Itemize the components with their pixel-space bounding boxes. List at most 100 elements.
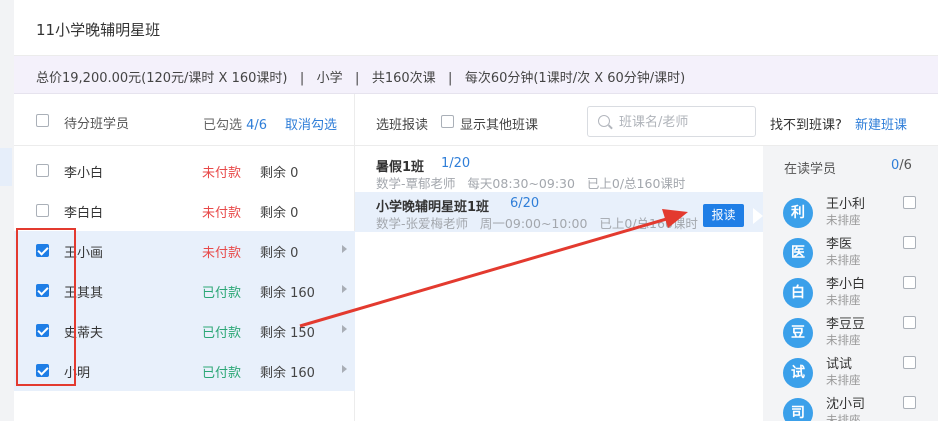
course-info: 总价19,200.00元(120元/课时 X 160课时) | 小学 | 共16… [36, 71, 686, 86]
seat-status: 未排座 [826, 253, 861, 267]
background-selected-row [0, 148, 12, 186]
remaining-hours: 剩余 0 [260, 206, 299, 221]
enrolled-students-label: 在读学员 [784, 162, 837, 177]
class-meta: 数学-张爱梅老师 周一09:00~10:00 已上0/总160课时 [376, 216, 698, 231]
enrolled-checkbox[interactable] [903, 356, 916, 369]
class-search-box[interactable] [587, 106, 756, 137]
cancel-selection-link[interactable]: 取消勾选 [285, 114, 337, 133]
remaining-hours: 剩余 160 [260, 366, 315, 381]
enrolled-name: 李医 [826, 237, 853, 252]
search-icon [598, 115, 610, 127]
student-checkbox[interactable] [36, 324, 49, 337]
enrolled-item: 司 沈小司 未排座 [763, 388, 938, 421]
remaining-hours: 剩余 0 [260, 246, 299, 261]
course-info-bar: 总价19,200.00元(120元/课时 X 160课时) | 小学 | 共16… [14, 56, 938, 94]
new-class-link[interactable]: 新建班课 [855, 114, 907, 133]
class-select-label: 选班报读 [376, 118, 429, 133]
not-found-label: 找不到班课? [770, 118, 842, 133]
picked-prefix: 已勾选 [203, 118, 247, 133]
enrolled-checkbox[interactable] [903, 196, 916, 209]
pending-students-header: 待分班学员 已勾选 4/6 取消勾选 [14, 94, 355, 146]
enrolled-count: 0/6 [891, 158, 912, 173]
enrolled-item: 试 试试 未排座 [763, 348, 938, 388]
student-row[interactable]: 王其其 已付款 剩余 160 [14, 271, 355, 311]
class-meta: 数学-覃郁老师 每天08:30~09:30 已上0/总160课时 [376, 176, 686, 191]
class-row-selected[interactable]: 小学晚辅明星班1班 6/20 数学-张爱梅老师 周一09:00~10:00 已上… [355, 192, 763, 232]
enrolled-total: /6 [899, 158, 912, 173]
student-name: 王小画 [64, 246, 104, 261]
background-list-strip [0, 0, 14, 421]
student-checkbox[interactable] [36, 364, 49, 377]
enrolled-name: 王小利 [826, 197, 866, 212]
avatar: 利 [783, 198, 813, 228]
class-capacity: 1/20 [441, 156, 471, 171]
avatar: 医 [783, 238, 813, 268]
student-row[interactable]: 王小画 未付款 剩余 0 [14, 231, 355, 271]
student-row[interactable]: 李小白 未付款 剩余 0 [14, 151, 355, 191]
remaining-hours: 剩余 160 [260, 286, 315, 301]
enrolled-students-panel: 在读学员 0/6 利 王小利 未排座 医 李医 未排座 白 李小白 未排座 豆 … [763, 146, 938, 421]
payment-status: 已付款 [202, 366, 242, 381]
caret-right-icon [342, 285, 347, 293]
student-name: 李白白 [64, 206, 104, 221]
enrolled-name: 李豆豆 [826, 317, 866, 332]
enrolled-checkbox[interactable] [903, 316, 916, 329]
student-name: 王其其 [64, 286, 104, 301]
student-row[interactable]: 李白白 未付款 剩余 0 [14, 191, 355, 231]
enrolled-checkbox[interactable] [903, 236, 916, 249]
payment-status: 已付款 [202, 286, 242, 301]
payment-status: 未付款 [202, 206, 242, 221]
enrolled-list: 利 王小利 未排座 医 李医 未排座 白 李小白 未排座 豆 李豆豆 未排座 试… [763, 188, 938, 421]
assign-class-dialog: 11小学晚辅明星班 总价19,200.00元(120元/课时 X 160课时) … [14, 0, 938, 421]
seat-status: 未排座 [826, 373, 861, 387]
enrolled-name: 试试 [826, 357, 853, 372]
enrolled-checkbox[interactable] [903, 396, 916, 409]
enroll-button[interactable]: 报读 [703, 204, 744, 227]
enrolled-item: 医 李医 未排座 [763, 228, 938, 268]
avatar: 试 [783, 358, 813, 388]
remaining-hours: 剩余 150 [260, 326, 315, 341]
class-select-header: 选班报读 显示其他班课 找不到班课? 新建班课 [355, 94, 938, 146]
enrolled-item: 豆 李豆豆 未排座 [763, 308, 938, 348]
class-select-panel: 选班报读 显示其他班课 找不到班课? 新建班课 暑假1班 1/20 数学-覃郁老… [355, 94, 938, 421]
student-checkbox[interactable] [36, 284, 49, 297]
picked-count: 已勾选 4/6 [203, 114, 267, 133]
enrolled-item: 利 王小利 未排座 [763, 188, 938, 228]
student-checkbox[interactable] [36, 204, 49, 217]
student-checkbox[interactable] [36, 164, 49, 177]
seat-status: 未排座 [826, 213, 861, 227]
show-other-classes-checkbox[interactable] [441, 115, 454, 128]
seat-status: 未排座 [826, 333, 861, 347]
enrolled-name: 李小白 [826, 277, 866, 292]
enrolled-name: 沈小司 [826, 397, 866, 412]
avatar: 豆 [783, 318, 813, 348]
pending-students-panel: 待分班学员 已勾选 4/6 取消勾选 李小白 未付款 剩余 0 李白白 未付款 … [14, 94, 355, 421]
dialog-title-bar: 11小学晚辅明星班 [14, 0, 938, 56]
student-name: 小明 [64, 366, 91, 381]
class-capacity: 6/20 [510, 196, 540, 211]
selected-pointer [753, 208, 763, 224]
student-name: 李小白 [64, 166, 104, 181]
select-all-checkbox[interactable] [36, 114, 49, 127]
caret-right-icon [342, 325, 347, 333]
remaining-hours: 剩余 0 [260, 166, 299, 181]
student-row[interactable]: 小明 已付款 剩余 160 [14, 351, 355, 391]
student-checkbox[interactable] [36, 244, 49, 257]
enrolled-checkbox[interactable] [903, 276, 916, 289]
picked-total: /6 [254, 118, 268, 133]
caret-right-icon [342, 365, 347, 373]
pending-students-label: 待分班学员 [64, 117, 130, 132]
payment-status: 已付款 [202, 326, 242, 341]
show-other-classes-label[interactable]: 显示其他班课 [460, 114, 538, 133]
enrolled-item: 白 李小白 未排座 [763, 268, 938, 308]
seat-status: 未排座 [826, 413, 861, 421]
avatar: 司 [783, 398, 813, 421]
student-row[interactable]: 史蒂夫 已付款 剩余 150 [14, 311, 355, 351]
payment-status: 未付款 [202, 246, 242, 261]
caret-right-icon [342, 245, 347, 253]
student-name: 史蒂夫 [64, 326, 104, 341]
class-row[interactable]: 暑假1班 1/20 数学-覃郁老师 每天08:30~09:30 已上0/总160… [355, 152, 763, 192]
seat-status: 未排座 [826, 293, 861, 307]
class-search-input[interactable] [619, 113, 749, 131]
payment-status: 未付款 [202, 166, 242, 181]
